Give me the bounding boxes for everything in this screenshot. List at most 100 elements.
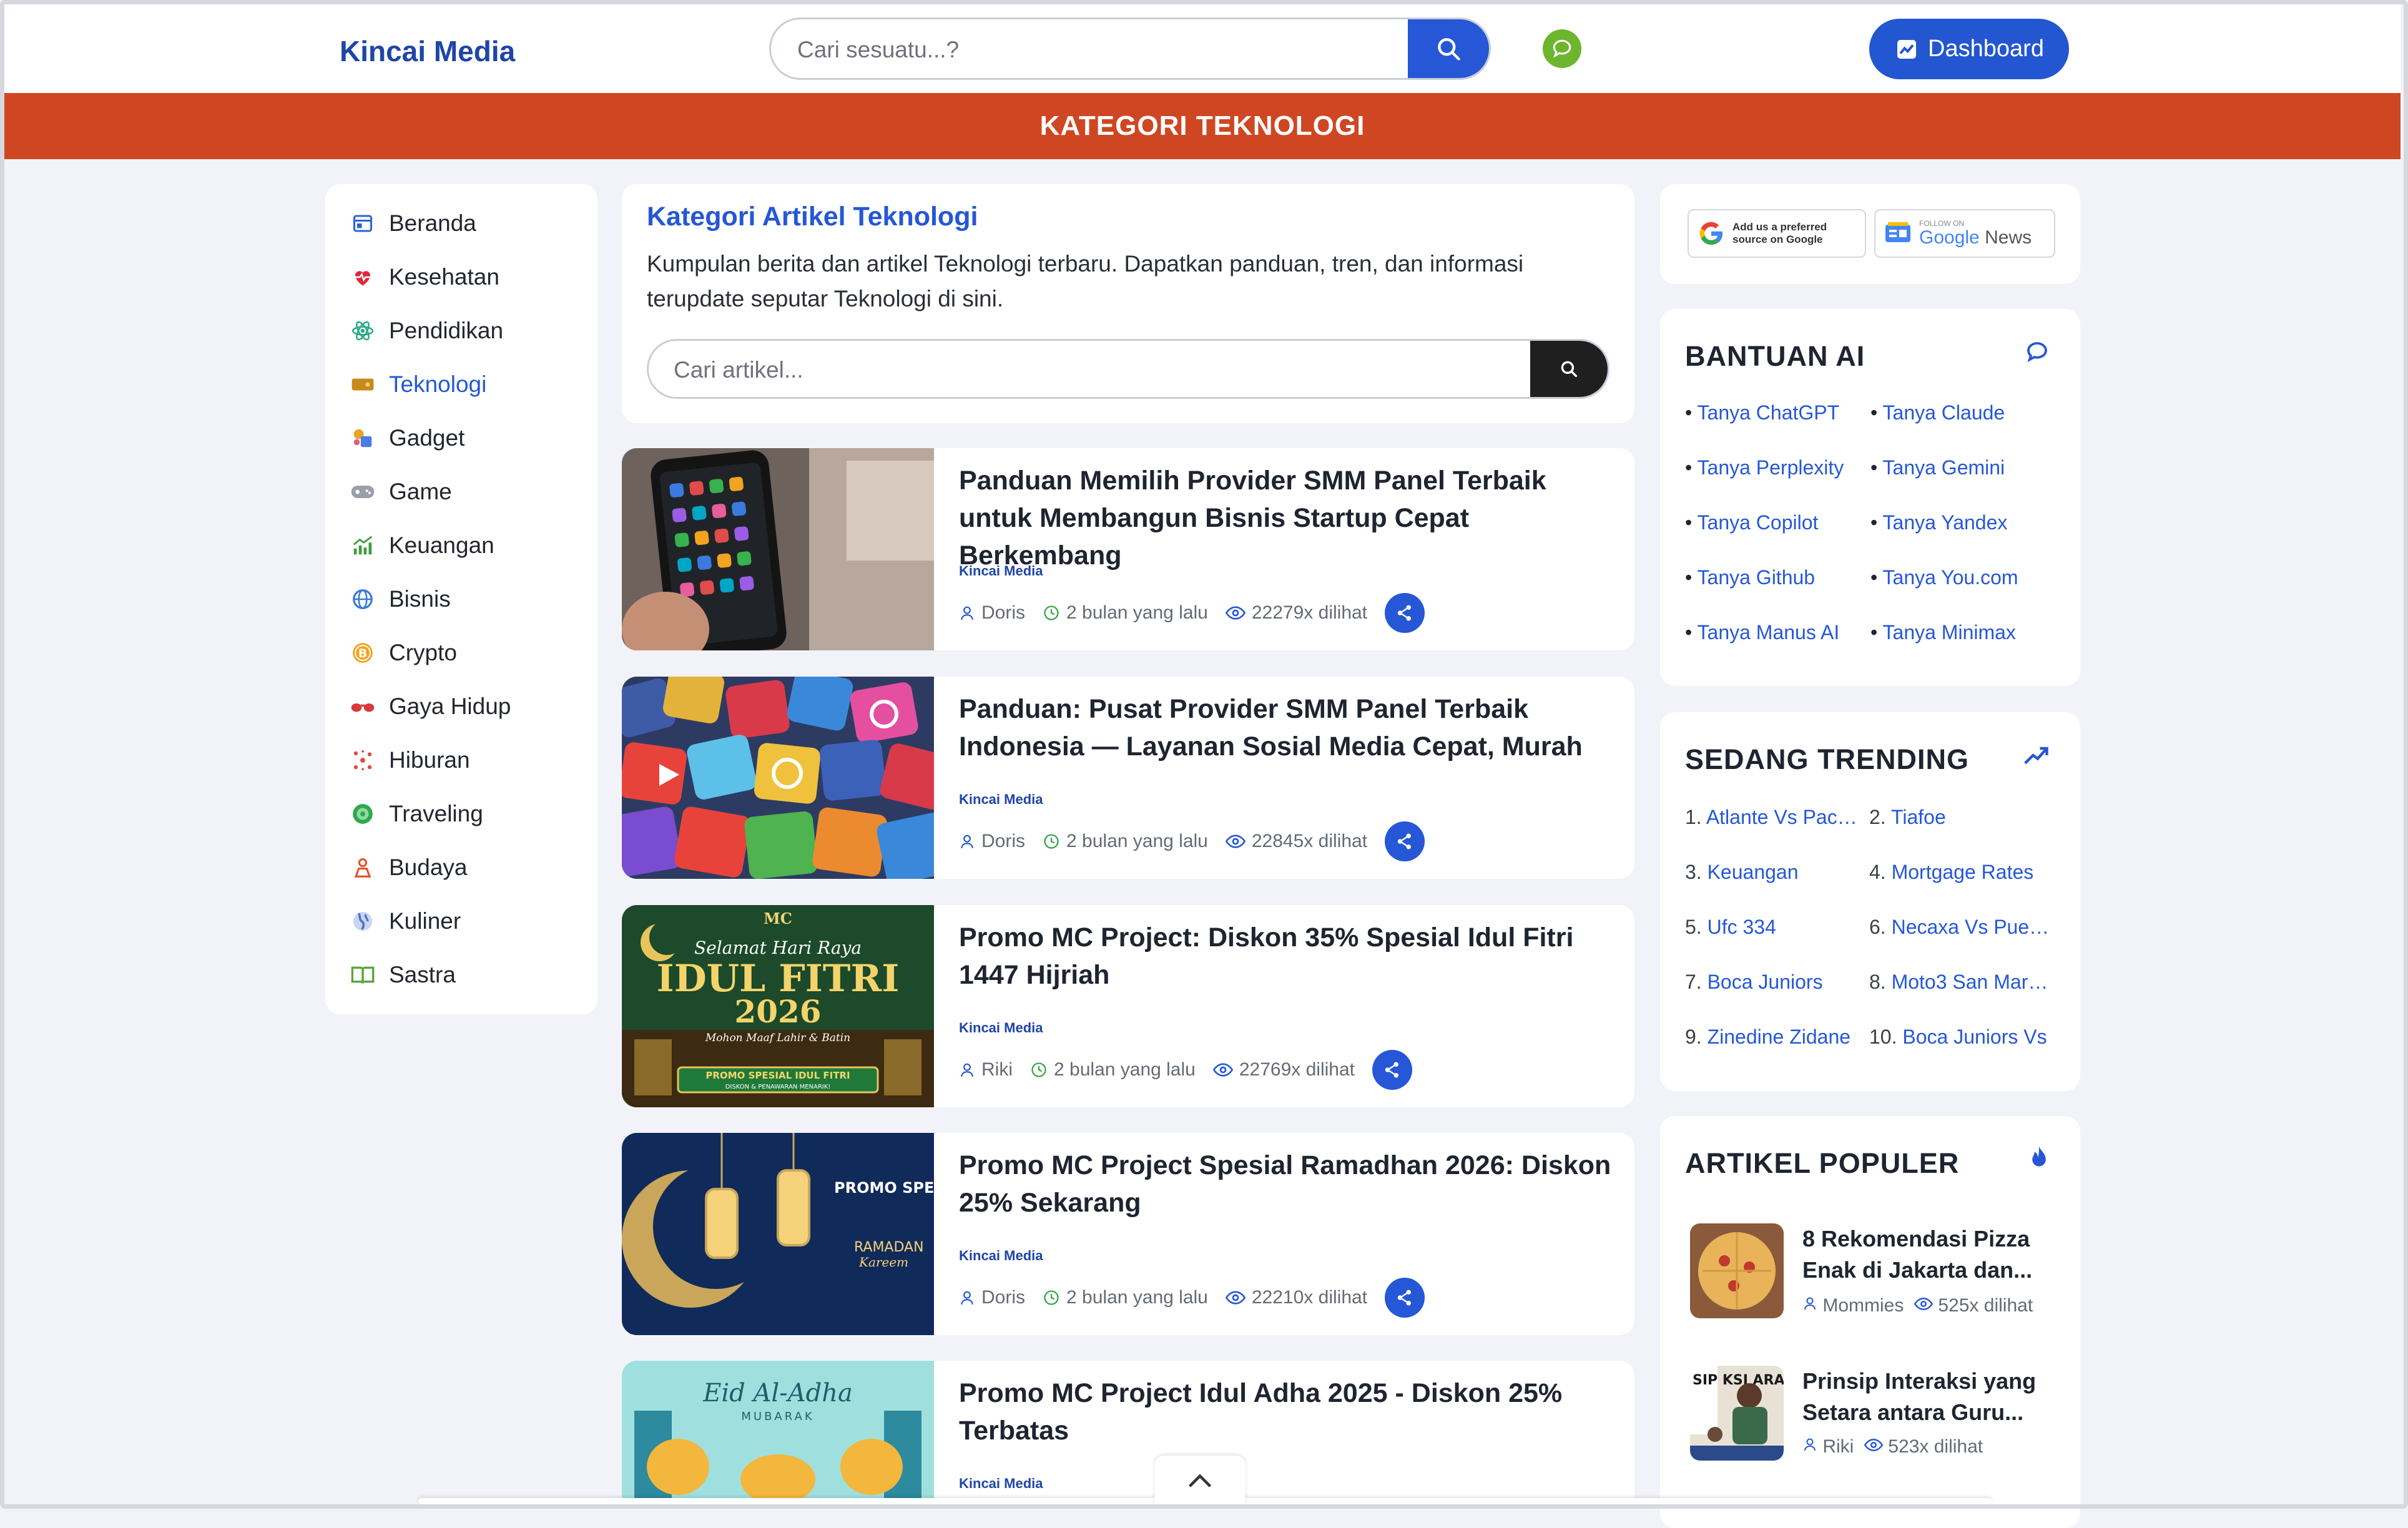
trending-item[interactable]: 4. Mortgage Rates (1869, 861, 2050, 884)
search-icon (1438, 38, 1460, 61)
ai-link-gemini[interactable]: • Tanya Gemini (1870, 456, 2005, 479)
article-meta: Doris 2 bulan yang lalu 22279x dilihat (959, 593, 1425, 633)
sidebar-item-traveling[interactable]: Traveling (350, 795, 483, 833)
trending-item[interactable]: 5. Ufc 334 (1685, 916, 1866, 939)
sidebar-item-kesehatan[interactable]: Kesehatan (350, 258, 499, 296)
google-g-icon (1699, 222, 1722, 245)
trending-item[interactable]: 1. Atlante Vs Pachuca (1685, 806, 1866, 829)
trending-item[interactable]: 3. Keuangan (1685, 861, 1866, 884)
site-search-box[interactable]: Cari sesuatu...? (769, 17, 1491, 80)
article-card[interactable]: MC Selamat Hari Raya IDUL FITRI 2026 Moh… (622, 905, 1634, 1107)
google-news-badge[interactable]: FOLLOW ON Google News (1874, 209, 2055, 258)
sidebar-item-budaya[interactable]: Budaya (350, 849, 468, 886)
sidebar-item-bisnis[interactable]: Bisnis (350, 580, 451, 618)
article-author: Riki (981, 1059, 1013, 1080)
site-search-button[interactable] (1408, 19, 1489, 78)
google-preferred-source-badge[interactable]: Add us a preferred source on Google (1688, 209, 1866, 258)
ai-link-perplexity[interactable]: • Tanya Perplexity (1685, 456, 1844, 479)
sidebar-item-label: Kesehatan (389, 264, 499, 290)
chat-bubble-icon (1553, 39, 1571, 58)
article-thumbnail-idul-adha[interactable]: Eid Al-Adha MUBARAK (622, 1361, 934, 1498)
sidebar-item-gadget[interactable]: Gadget (350, 419, 464, 457)
popular-article-title[interactable]: Prinsip Interaksi yang Setara antara Gur… (1802, 1366, 2052, 1428)
trending-item[interactable]: 10. Boca Juniors Vs (1869, 1026, 2050, 1049)
map-person-icon (350, 855, 375, 880)
trending-item[interactable]: 2. Tiafoe (1869, 806, 2050, 829)
article-thumbnail-ramadan[interactable]: PROMO SPESI RAMADAN Kareem (622, 1133, 934, 1335)
article-title[interactable]: Promo MC Project Idul Adha 2025 - Diskon… (959, 1374, 1614, 1449)
article-search-button[interactable] (1530, 341, 1608, 397)
article-card[interactable]: PROMO SPESI RAMADAN Kareem Promo MC Proj… (622, 1133, 1634, 1335)
sidebar-item-keuangan[interactable]: Keuangan (350, 527, 494, 564)
badge-news: News (1985, 227, 2032, 248)
article-title[interactable]: Panduan Memilih Provider SMM Panel Terba… (959, 462, 1614, 574)
user-icon (1804, 1297, 1816, 1310)
article-thumbnail-phone[interactable] (622, 448, 934, 650)
share-button[interactable] (1385, 821, 1425, 861)
article-search-box[interactable]: Cari artikel... (647, 339, 1609, 399)
trending-title: SEDANG TRENDING (1685, 743, 1970, 775)
popular-article-meta: Riki 523x dilihat (1802, 1433, 2052, 1461)
popular-article-item[interactable]: SIP KSI ARA Prinsip Interaksi yang Setar… (1690, 1366, 2065, 1478)
ai-link-chatgpt[interactable]: • Tanya ChatGPT (1685, 401, 1839, 424)
user-icon (961, 606, 973, 620)
article-thumbnail-social-icons[interactable] (622, 677, 934, 879)
eye-icon (1225, 835, 1246, 848)
article-source[interactable]: Kincai Media (959, 791, 1043, 808)
trending-item[interactable]: 6. Necaxa Vs Puebla (1869, 916, 2050, 939)
ai-link-manus[interactable]: • Tanya Manus AI (1685, 621, 1839, 644)
popular-article-thumbnail[interactable] (1690, 1223, 1784, 1318)
article-card[interactable]: Eid Al-Adha MUBARAK Promo MC Project Idu… (622, 1361, 1634, 1498)
sidebar-item-teknologi[interactable]: Teknologi (350, 366, 486, 403)
article-thumbnail-idul-fitri[interactable]: MC Selamat Hari Raya IDUL FITRI 2026 Moh… (622, 905, 934, 1107)
article-source[interactable]: Kincai Media (959, 1020, 1043, 1036)
article-source[interactable]: Kincai Media (959, 1476, 1043, 1492)
sidebar-item-label: Game (389, 479, 452, 504)
share-button[interactable] (1372, 1050, 1413, 1090)
ai-link-copilot[interactable]: • Tanya Copilot (1685, 511, 1818, 534)
sidebar-item-hiburan[interactable]: Hiburan (350, 742, 470, 779)
popular-article-thumbnail[interactable]: SIP KSI ARA (1690, 1366, 1784, 1461)
globe-network-icon (350, 587, 375, 612)
article-card[interactable]: Panduan Memilih Provider SMM Panel Terba… (622, 448, 1634, 650)
share-button[interactable] (1385, 593, 1425, 633)
article-title[interactable]: Promo MC Project: Diskon 35% Spesial Idu… (959, 919, 1614, 994)
article-search-input[interactable]: Cari artikel... (674, 357, 803, 383)
article-card[interactable]: Panduan: Pusat Provider SMM Panel Terbai… (622, 677, 1634, 879)
dashboard-button[interactable]: Dashboard (1869, 19, 2069, 79)
popular-article-title[interactable]: 8 Rekomendasi Pizza Enak di Jakarta dan.… (1802, 1223, 2052, 1286)
ai-link-you[interactable]: • Tanya You.com (1870, 566, 2018, 589)
chat-bubble-icon (2027, 342, 2047, 363)
trending-item[interactable]: 9. Zinedine Zidane (1685, 1026, 1866, 1049)
sidebar-item-label: Sastra (389, 962, 456, 987)
trending-item[interactable]: 8. Moto3 San Marino (1869, 971, 2050, 994)
user-icon (961, 1291, 973, 1305)
thumb-promo: PROMO SPESI (834, 1179, 934, 1197)
site-logo[interactable]: Kincai Media (340, 34, 515, 68)
article-source[interactable]: Kincai Media (959, 563, 1043, 579)
ai-link-minimax[interactable]: • Tanya Minimax (1870, 621, 2016, 644)
ai-link-yandex[interactable]: • Tanya Yandex (1870, 511, 2007, 534)
popular-article-item[interactable]: 8 Rekomendasi Pizza Enak di Jakarta dan.… (1690, 1223, 2065, 1336)
sidebar-item-beranda[interactable]: Beranda (350, 205, 476, 242)
trending-card: SEDANG TRENDING 1. Atlante Vs Pachuca 2.… (1660, 712, 2080, 1091)
site-search-input[interactable]: Cari sesuatu...? (797, 37, 959, 63)
category-header-card: Kategori Artikel Teknologi Kumpulan beri… (622, 184, 1634, 423)
sidebar-item-sastra[interactable]: Sastra (350, 956, 456, 994)
sidebar-item-kuliner[interactable]: Kuliner (350, 903, 461, 940)
article-title[interactable]: Panduan: Pusat Provider SMM Panel Terbai… (959, 690, 1614, 765)
sidebar-item-gaya-hidup[interactable]: Gaya Hidup (350, 688, 511, 725)
share-button[interactable] (1385, 1278, 1425, 1318)
article-source[interactable]: Kincai Media (959, 1248, 1043, 1264)
ai-link-claude[interactable]: • Tanya Claude (1870, 401, 2005, 424)
chat-button[interactable] (1543, 29, 1581, 68)
popular-article-author: Mommies (1822, 1295, 1904, 1316)
ai-link-github[interactable]: • Tanya Github (1685, 566, 1815, 589)
scroll-to-top-button[interactable] (1154, 1456, 1246, 1506)
trending-item[interactable]: 7. Boca Juniors (1685, 971, 1866, 994)
sidebar-item-pendidikan[interactable]: Pendidikan (350, 312, 503, 350)
sidebar-item-game[interactable]: Game (350, 473, 452, 511)
article-title[interactable]: Promo MC Project Spesial Ramadhan 2026: … (959, 1147, 1614, 1222)
article-time: 2 bulan yang lalu (1054, 1059, 1196, 1080)
sidebar-item-crypto[interactable]: B Crypto (350, 634, 457, 672)
